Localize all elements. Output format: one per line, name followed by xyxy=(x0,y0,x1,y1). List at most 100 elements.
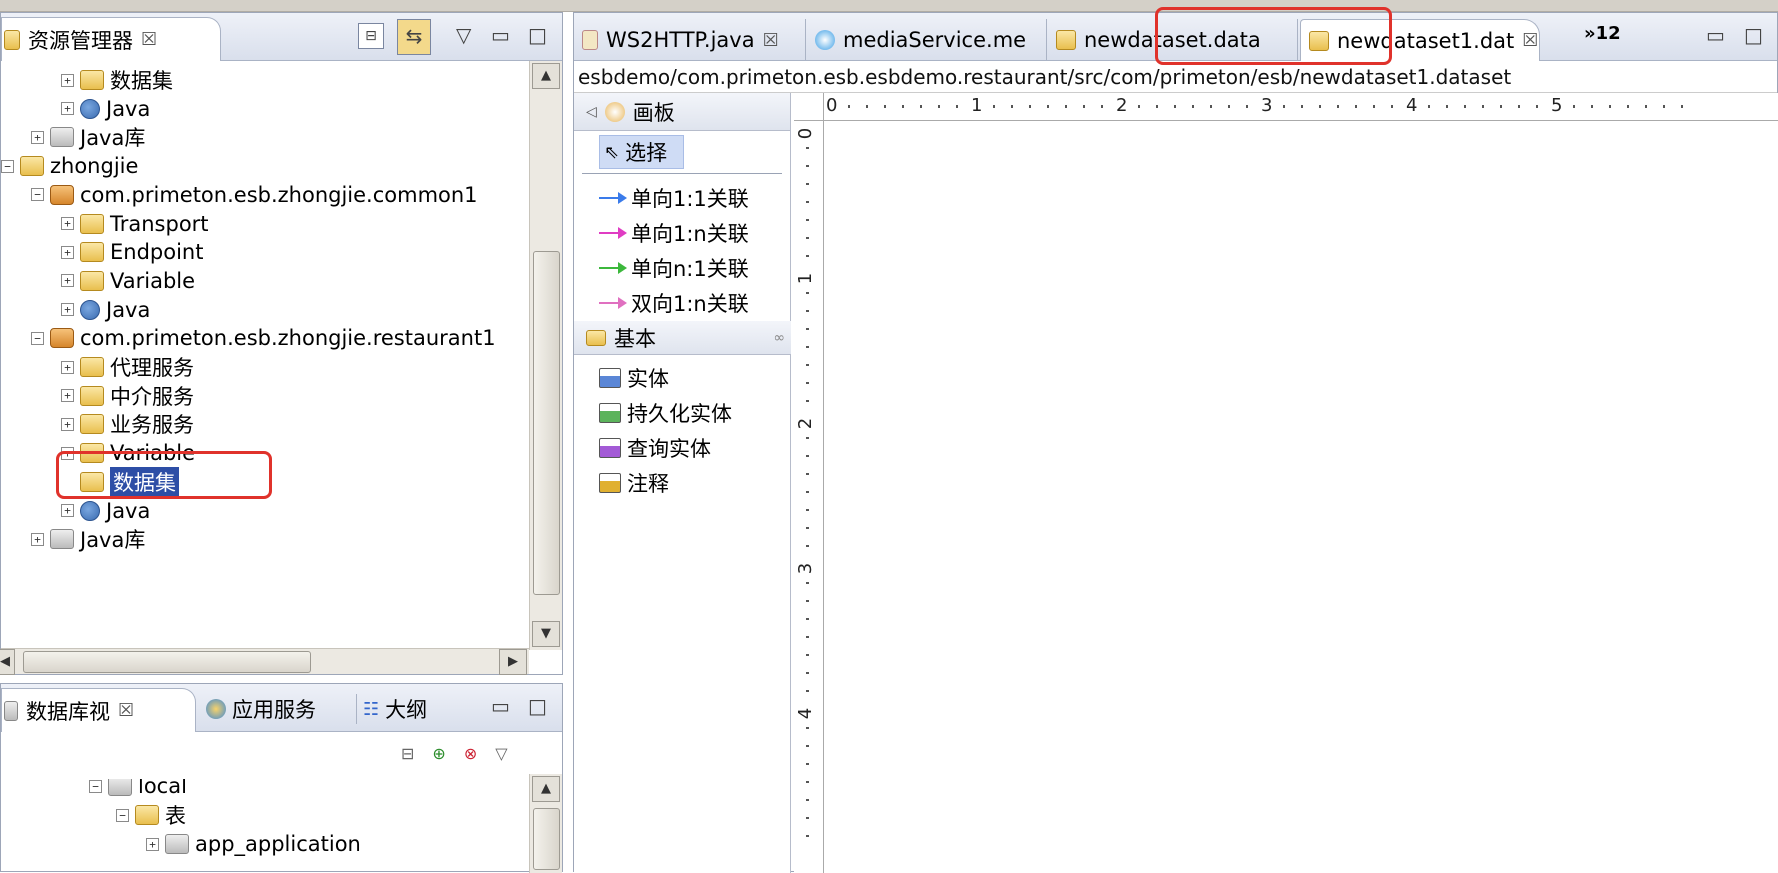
collapse-icon[interactable]: − xyxy=(31,188,44,202)
ruler-tick xyxy=(806,545,809,547)
dbview-tab[interactable]: 数据库视 ☒ xyxy=(1,688,196,732)
explorer-hscrollbar[interactable]: ◀ ▶ xyxy=(0,648,529,675)
tree-item[interactable]: − 表 xyxy=(116,800,186,830)
collapse-palette-icon[interactable]: ◁ xyxy=(586,104,597,120)
maximize-icon[interactable]: □ xyxy=(528,694,547,718)
tree-item[interactable]: + 数据集 xyxy=(61,65,173,95)
palette-link-tool[interactable]: 单向1:1关联 xyxy=(599,181,749,215)
tree-item[interactable]: + 代理服务 xyxy=(61,352,194,382)
tree-item-label: Endpoint xyxy=(110,240,204,265)
scroll-thumb[interactable] xyxy=(533,251,560,595)
expand-icon[interactable]: + xyxy=(61,102,74,116)
pin-icon[interactable]: ∞ xyxy=(773,330,785,346)
scroll-right-icon[interactable]: ▶ xyxy=(499,649,527,675)
hscroll-thumb[interactable] xyxy=(23,651,311,673)
tree-item[interactable]: − com.primeton.esb.zhongjie.restaurant1 xyxy=(31,323,496,353)
ruler-tick xyxy=(1591,105,1593,108)
scroll-left-icon[interactable]: ◀ xyxy=(0,649,15,675)
palette-item[interactable]: 注释 xyxy=(599,466,669,500)
ruler-tick xyxy=(1246,105,1248,108)
tab-ws2http[interactable]: WS2HTTP.java ☒ xyxy=(574,19,806,61)
tree-item[interactable]: − zhongjie xyxy=(1,151,138,181)
tree-item[interactable]: + app_application xyxy=(146,829,361,859)
collapse-icon[interactable]: − xyxy=(31,331,44,345)
palette-item[interactable]: 持久化实体 xyxy=(599,396,732,430)
expand-icon[interactable]: + xyxy=(61,274,74,288)
expand-icon[interactable]: + xyxy=(61,417,74,431)
expand-icon[interactable]: + xyxy=(61,217,74,230)
expand-icon[interactable]: + xyxy=(61,389,74,403)
palette-link-tool[interactable]: 单向1:n关联 xyxy=(599,216,749,250)
palette-select-tool[interactable]: ⇖ 选择 xyxy=(599,135,685,169)
tree-item[interactable]: + Java xyxy=(61,295,150,325)
scroll-down-icon[interactable]: ▼ xyxy=(532,621,560,647)
tree-item[interactable]: + Java库 xyxy=(31,122,145,152)
disconnect-icon[interactable]: ⊗ xyxy=(464,744,477,763)
ruler-tick xyxy=(806,310,809,312)
tree-item[interactable]: − com.primeton.esb.zhongjie.common1 xyxy=(31,180,478,210)
tab-overflow[interactable]: »12 xyxy=(1584,23,1621,44)
expand-icon[interactable]: + xyxy=(31,130,44,144)
link-with-editor-icon[interactable]: ⇆ xyxy=(397,19,431,55)
tree-item[interactable]: + Transport xyxy=(61,209,209,239)
project-icon xyxy=(20,156,44,177)
minimize-icon[interactable]: ▭ xyxy=(491,23,510,47)
close-icon[interactable]: ☒ xyxy=(1522,30,1538,51)
collapse-all-icon[interactable]: ⊟ xyxy=(358,23,384,49)
tab-app-services[interactable]: 应用服务 xyxy=(206,694,316,724)
collapse-icon[interactable]: − xyxy=(116,808,129,822)
tree-item[interactable]: + Java库 xyxy=(31,524,145,554)
maximize-icon[interactable]: □ xyxy=(528,23,547,47)
view-menu-icon[interactable]: ▽ xyxy=(495,744,507,763)
expand-icon[interactable]: + xyxy=(61,504,74,517)
tree-item[interactable]: + Java xyxy=(61,496,150,526)
expand-icon[interactable]: + xyxy=(61,303,74,317)
expand-icon[interactable]: + xyxy=(31,532,44,546)
scroll-up-icon[interactable]: ▲ xyxy=(532,776,560,802)
ruler-tick xyxy=(1627,105,1629,108)
ruler-tick xyxy=(806,745,809,747)
tree-item[interactable]: + Variable xyxy=(61,266,195,296)
maximize-icon[interactable]: □ xyxy=(1744,23,1763,47)
scroll-thumb[interactable] xyxy=(533,808,560,870)
scroll-up-icon[interactable]: ▲ xyxy=(532,63,560,89)
palette-item[interactable]: 实体 xyxy=(599,361,669,395)
close-icon[interactable]: ☒ xyxy=(141,29,157,50)
collapse-icon[interactable]: − xyxy=(89,779,102,793)
java-file-icon xyxy=(582,30,598,50)
tab-mediaservice[interactable]: mediaService.me xyxy=(807,19,1047,61)
connect-icon[interactable]: ⊕ xyxy=(432,744,445,763)
expand-icon[interactable]: + xyxy=(61,73,74,87)
tree-item[interactable]: + Java xyxy=(61,94,150,124)
close-icon[interactable]: ☒ xyxy=(118,700,134,721)
view-menu-icon[interactable]: ▽ xyxy=(456,23,471,47)
minimize-icon[interactable]: ▭ xyxy=(1706,23,1725,47)
diagram-canvas[interactable]: 0 1 2 3 4 5 0 1 2 3 4 xyxy=(794,93,1778,873)
tree-item[interactable]: + 中介服务 xyxy=(61,381,194,411)
palette-link-tool[interactable]: 双向1:n关联 xyxy=(599,286,749,320)
expand-icon[interactable]: + xyxy=(61,360,74,374)
palette-link-tool[interactable]: 单向n:1关联 xyxy=(599,251,749,285)
tab-outline[interactable]: ☷ 大纲 xyxy=(356,694,427,724)
ruler-tick xyxy=(806,491,809,493)
java-icon xyxy=(80,299,100,320)
ruler-tick xyxy=(806,382,809,384)
close-icon[interactable]: ☒ xyxy=(763,30,779,51)
ruler-label: 5 xyxy=(1551,95,1563,116)
collapse-icon[interactable]: ⊟ xyxy=(401,744,414,763)
dbview-vscrollbar[interactable]: ▲ xyxy=(529,774,562,873)
horizontal-ruler: 0 1 2 3 4 5 xyxy=(824,93,1778,121)
explorer-vscrollbar[interactable]: ▲ ▼ xyxy=(529,61,562,650)
tree-item[interactable]: + 业务服务 xyxy=(61,409,194,439)
expand-icon[interactable]: + xyxy=(61,245,74,259)
palette-item[interactable]: 查询实体 xyxy=(599,431,711,465)
ruler-label: 3 xyxy=(1261,95,1273,116)
collapse-icon[interactable]: − xyxy=(1,159,14,173)
palette-header[interactable]: ◁ 画板 xyxy=(574,93,790,131)
expand-icon[interactable]: + xyxy=(146,837,159,851)
tree-item[interactable]: + Endpoint xyxy=(61,237,203,267)
minimize-icon[interactable]: ▭ xyxy=(491,694,510,718)
palette-group-basic[interactable]: 基本 ∞ xyxy=(574,321,791,355)
tree-item[interactable]: − local xyxy=(89,779,187,801)
explorer-tab[interactable]: 资源管理器 ☒ xyxy=(1,17,221,61)
